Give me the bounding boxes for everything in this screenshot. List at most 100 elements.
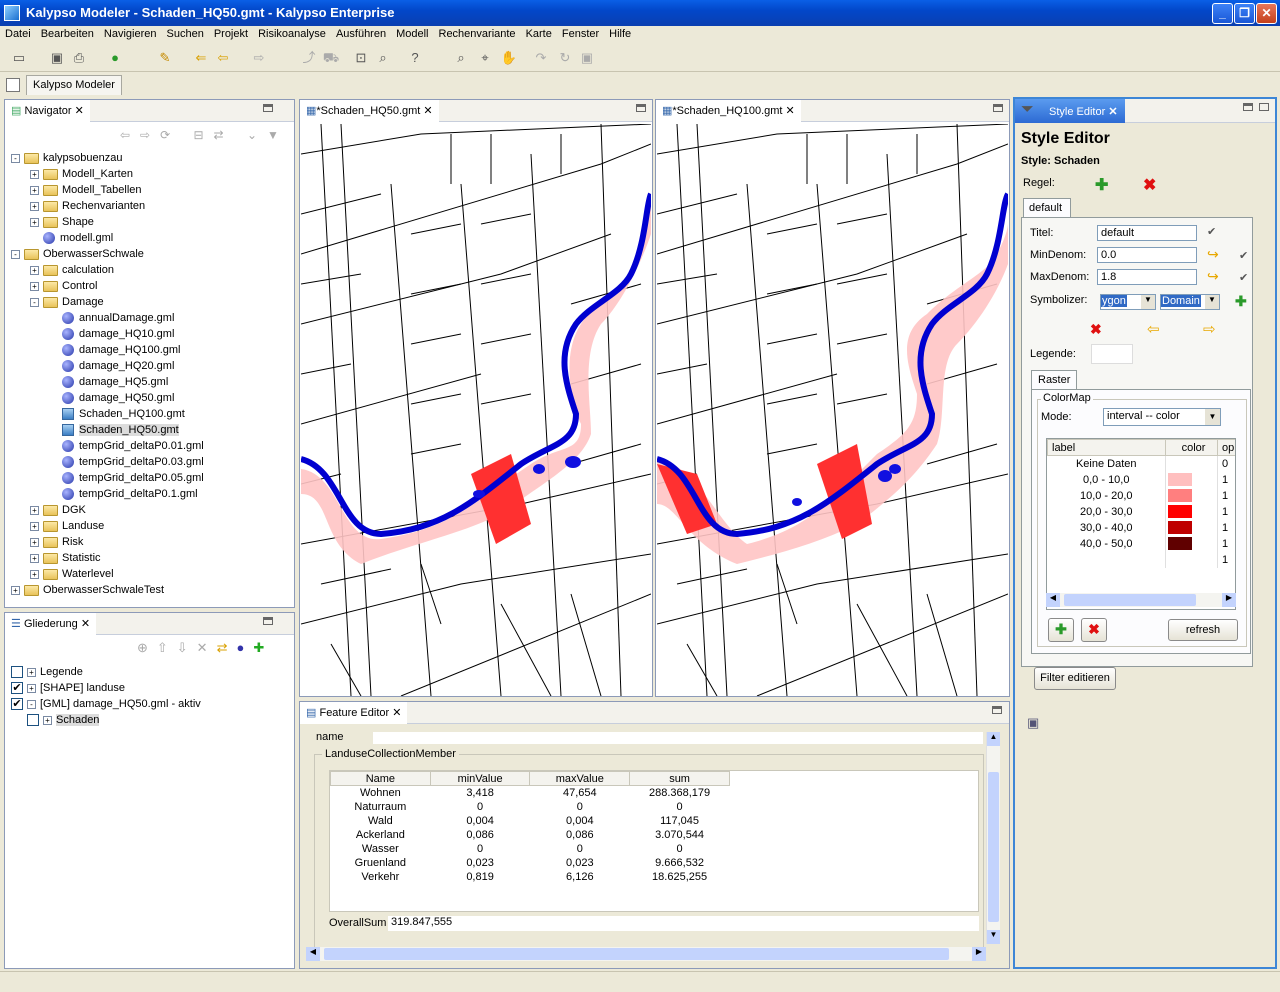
colormap-row[interactable]: 0,0 - 10,0 1: [1048, 471, 1236, 488]
color-swatch[interactable]: [1168, 505, 1192, 518]
column-header[interactable]: Name: [330, 771, 431, 786]
collapse-icon[interactable]: -: [27, 699, 36, 709]
collapse-icon[interactable]: -: [11, 153, 20, 163]
tree-item[interactable]: + Landuse: [11, 518, 204, 534]
map-editor-tab-hq50[interactable]: ▦*Schaden_HQ50.gmt ✕: [300, 100, 439, 122]
mindenom-input[interactable]: 0.0: [1097, 247, 1197, 263]
zoom-in-icon[interactable]: ⌕: [452, 49, 470, 67]
tree-item[interactable]: damage_HQ5.gml: [11, 374, 204, 390]
visibility-checkbox[interactable]: [27, 714, 39, 727]
perspective-tab[interactable]: Kalypso Modeler: [26, 75, 122, 95]
collapse-icon[interactable]: -: [11, 249, 20, 259]
landuse-table[interactable]: Name minValue maxValue sum Wohnen 3,418 47,654…: [329, 770, 979, 912]
apply-check-icon[interactable]: ✔: [1207, 225, 1216, 238]
tree-item[interactable]: + Modell_Tabellen: [11, 182, 204, 198]
add-symbolizer-icon[interactable]: ✚: [1235, 293, 1247, 310]
close-tab-icon[interactable]: ✕: [786, 105, 795, 117]
tree-item[interactable]: - OberwasserSchwale: [11, 246, 204, 262]
colormap-row[interactable]: 1: [1048, 551, 1236, 568]
menu-suchen[interactable]: Suchen: [162, 26, 209, 40]
color-swatch[interactable]: [1168, 489, 1192, 502]
feature-editor-tab[interactable]: ▤ Feature Editor ✕: [300, 702, 408, 724]
table-row[interactable]: Ackerland 0,086 0,086 3.070,544: [331, 828, 730, 842]
maximize-view-icon[interactable]: [1259, 103, 1269, 111]
open-perspective-icon[interactable]: [6, 78, 20, 92]
color-swatch[interactable]: [1168, 553, 1192, 566]
expand-icon[interactable]: +: [30, 169, 39, 179]
menu-hilfe[interactable]: Hilfe: [604, 26, 636, 40]
colormap-row[interactable]: 10,0 - 20,0 1: [1048, 487, 1236, 504]
column-header[interactable]: sum: [629, 771, 730, 786]
maximize-view-icon[interactable]: [993, 104, 1003, 112]
table-row[interactable]: Wald 0,004 0,004 117,045: [331, 814, 730, 828]
tree-item[interactable]: damage_HQ100.gml: [11, 342, 204, 358]
add-color-entry-button[interactable]: ✚: [1048, 618, 1074, 642]
tree-item[interactable]: Schaden_HQ100.gmt: [11, 406, 204, 422]
expand-icon[interactable]: +: [43, 715, 52, 725]
maxdenom-check-icon[interactable]: ✔: [1239, 271, 1248, 284]
close-tab-icon[interactable]: ✕: [81, 618, 90, 630]
pan-icon[interactable]: ✋: [500, 49, 518, 67]
menu-ausführen[interactable]: Ausführen: [331, 26, 391, 40]
export-icon[interactable]: ⤴: [300, 49, 318, 67]
tree-item[interactable]: damage_HQ50.gml: [11, 390, 204, 406]
minimize-view-icon[interactable]: [263, 104, 273, 112]
menu-fenster[interactable]: Fenster: [557, 26, 604, 40]
tree-item[interactable]: + Rechenvarianten: [11, 198, 204, 214]
tree-item[interactable]: + Control: [11, 278, 204, 294]
select-icon[interactable]: ⌖: [476, 49, 494, 67]
truck-icon[interactable]: ⛟: [322, 49, 340, 67]
minimize-view-icon[interactable]: [263, 617, 273, 625]
close-tab-icon[interactable]: ✕: [75, 105, 84, 117]
add-rule-icon[interactable]: ✚: [1095, 175, 1108, 195]
run-icon[interactable]: ●: [106, 49, 124, 67]
menu-rechenvariante[interactable]: Rechenvariante: [434, 26, 521, 40]
colormap-row[interactable]: 20,0 - 30,0 1: [1048, 503, 1236, 520]
map-canvas-hq100[interactable]: [657, 124, 1008, 696]
new-icon[interactable]: ▭: [10, 49, 28, 67]
color-swatch[interactable]: [1168, 457, 1192, 471]
close-button[interactable]: ✕: [1256, 3, 1277, 24]
save-icon[interactable]: ▣: [48, 49, 66, 67]
pin-icon[interactable]: ✎: [156, 49, 174, 67]
tree-item[interactable]: modell.gml: [11, 230, 204, 246]
mode-select[interactable]: interval -- color ▼: [1103, 408, 1221, 426]
colormap-row[interactable]: Keine Daten 0: [1048, 455, 1236, 472]
menu-bearbeiten[interactable]: Bearbeiten: [36, 26, 99, 40]
colormap-column-header[interactable]: color: [1165, 439, 1218, 456]
navigator-toolbar[interactable]: ⇦⇨⟳ ⊟⇄ ⌄▼: [120, 128, 289, 142]
expand-icon[interactable]: +: [30, 537, 39, 547]
refresh-icon[interactable]: ↻: [556, 49, 574, 67]
table-row[interactable]: Verkehr 0,819 6,126 18.625,255: [331, 870, 730, 884]
close-tab-icon[interactable]: ✕: [1108, 106, 1117, 118]
menu-datei[interactable]: Datei: [0, 26, 36, 40]
expand-icon[interactable]: +: [30, 265, 39, 275]
expand-icon[interactable]: +: [30, 281, 39, 291]
visibility-checkbox[interactable]: [11, 666, 23, 679]
menu-projekt[interactable]: Projekt: [209, 26, 253, 40]
remove-symbolizer-icon[interactable]: ✖: [1090, 321, 1102, 338]
expand-icon[interactable]: +: [30, 569, 39, 579]
table-row[interactable]: Gruenland 0,023 0,023 9.666,532: [331, 856, 730, 870]
outline-tab[interactable]: ☰ Gliederung ✕: [5, 613, 97, 635]
color-swatch[interactable]: [1168, 521, 1192, 534]
expand-icon[interactable]: +: [30, 201, 39, 211]
mindenom-check-icon[interactable]: ✔: [1239, 249, 1248, 262]
map-editor-tab-hq100[interactable]: ▦*Schaden_HQ100.gmt ✕: [656, 100, 801, 122]
visibility-checkbox[interactable]: ✔: [11, 698, 23, 711]
colormap-row[interactable]: 40,0 - 50,0 1: [1048, 535, 1236, 552]
tree-item[interactable]: tempGrid_deltaP0.01.gml: [11, 438, 204, 454]
menu-karte[interactable]: Karte: [521, 26, 557, 40]
table-row[interactable]: Wohnen 3,418 47,654 288.368,179: [331, 786, 730, 800]
menu-risikoanalyse[interactable]: Risikoanalyse: [253, 26, 331, 40]
move-right-icon[interactable]: ⇨: [1203, 320, 1216, 338]
map-canvas-hq50[interactable]: [301, 124, 651, 696]
navigator-tab[interactable]: ▤ Navigator ✕: [5, 100, 90, 122]
color-swatch[interactable]: [1168, 537, 1192, 550]
undo-icon[interactable]: ⇦: [214, 49, 232, 67]
symbolizer-domain-select[interactable]: Domain ▼: [1160, 294, 1220, 310]
tree-item[interactable]: - kalypsobuenzau: [11, 150, 204, 166]
scroll-up-icon[interactable]: ▲: [987, 732, 1000, 746]
table-row[interactable]: Naturraum 0 0 0: [331, 800, 730, 814]
zoom-out-icon[interactable]: ⌕: [374, 49, 392, 67]
